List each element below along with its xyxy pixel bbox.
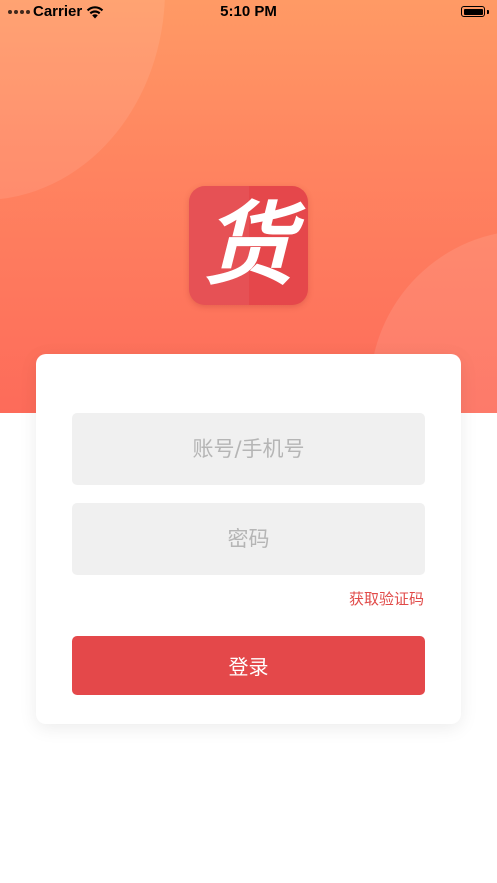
login-button[interactable]: 登录 (72, 636, 425, 695)
login-card: 获取验证码 登录 (36, 354, 461, 724)
account-input[interactable] (72, 413, 425, 485)
battery-level-fill (463, 8, 483, 15)
battery-cap (487, 10, 489, 14)
app-logo-icon: 货 (189, 186, 308, 305)
password-input[interactable] (72, 503, 425, 575)
get-verification-code-link[interactable]: 获取验证码 (349, 588, 424, 609)
clock-time: 5:10 PM (220, 3, 277, 20)
battery-icon (461, 6, 485, 17)
status-bar: Carrier 5:10 PM (0, 0, 497, 24)
app-logo-glyph: 货 (203, 193, 294, 298)
hero-decor-circle-left (0, 0, 165, 200)
